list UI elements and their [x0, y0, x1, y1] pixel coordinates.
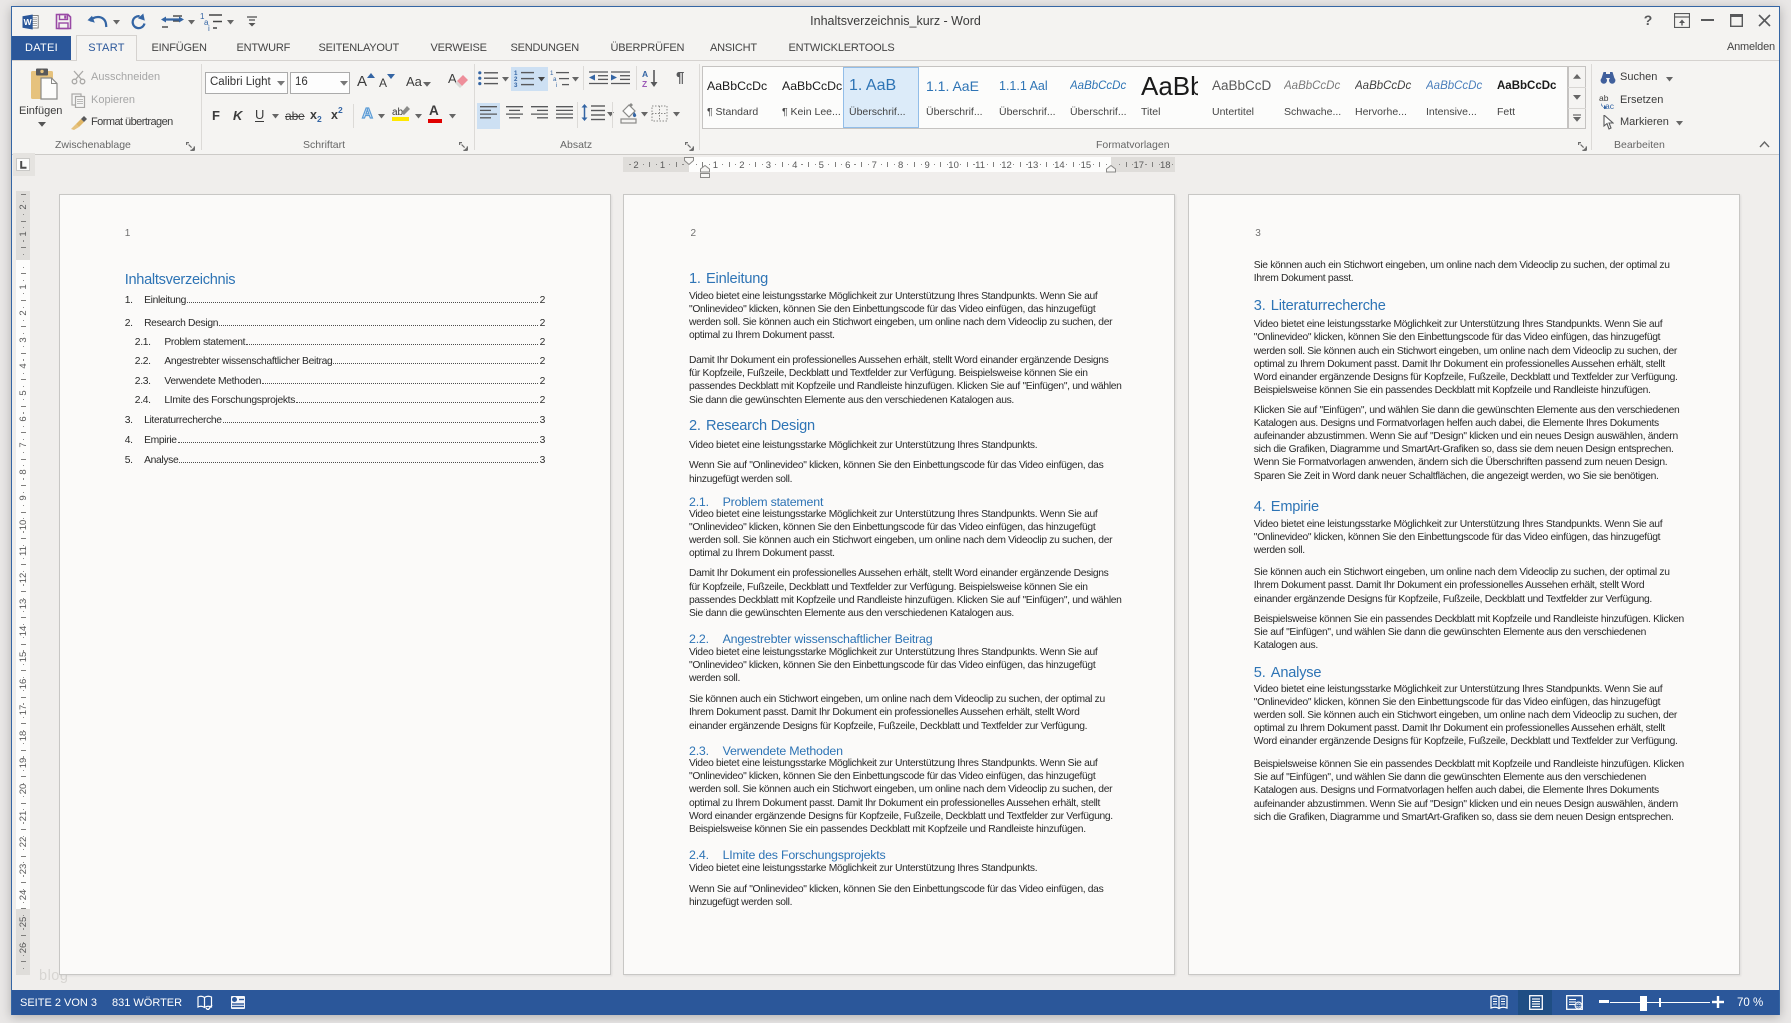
- svg-text:i: i: [556, 82, 557, 87]
- svg-text:Z: Z: [642, 79, 647, 88]
- svg-text:A: A: [642, 69, 648, 79]
- svg-text:3: 3: [514, 82, 518, 87]
- svg-text:A: A: [448, 71, 457, 86]
